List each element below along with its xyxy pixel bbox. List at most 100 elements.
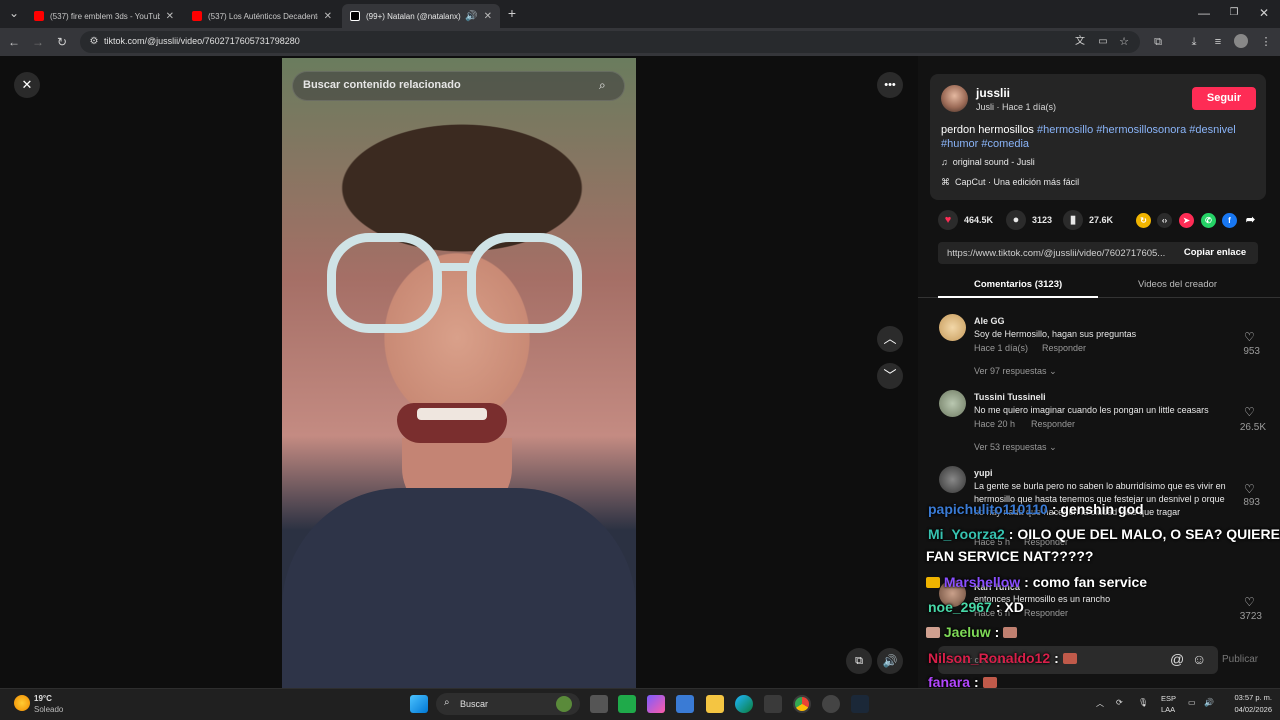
microphone-icon[interactable]: 🎙 xyxy=(1138,698,1148,707)
author-username[interactable]: jusslii xyxy=(976,86,1010,100)
xbox-icon[interactable] xyxy=(764,695,782,713)
video-link-url[interactable]: https://www.tiktok.com/@jusslii/video/76… xyxy=(947,248,1173,259)
new-tab-button[interactable]: + xyxy=(504,5,520,21)
like-stat[interactable]: ♥ 464.5K xyxy=(938,210,993,230)
repost-icon[interactable]: ↻ xyxy=(1136,213,1151,228)
task-view-icon[interactable] xyxy=(590,695,608,713)
chat-text: : como fan service xyxy=(1024,574,1148,590)
hashtag-hermosillo[interactable]: #hermosillo xyxy=(1037,124,1093,136)
comment-avatar[interactable] xyxy=(939,466,966,493)
reading-list-icon[interactable]: ≡ xyxy=(1210,34,1226,50)
volume-icon[interactable]: 🔊 xyxy=(877,648,903,674)
heart-icon[interactable]: ♥ xyxy=(938,210,958,230)
browser-tab-youtube-2[interactable]: (537) Los Auténticos Decadente ✕ xyxy=(184,4,340,28)
downloads-icon[interactable]: ⤓ xyxy=(1186,34,1202,50)
volume-tray-icon[interactable]: 🔊 xyxy=(1204,698,1214,707)
reply-button[interactable]: Responder xyxy=(1024,608,1068,618)
comment-avatar[interactable] xyxy=(939,314,966,341)
save-count: 27.6K xyxy=(1089,215,1114,225)
whatsapp-icon[interactable]: ✆ xyxy=(1201,213,1216,228)
view-replies-button[interactable]: Ver 97 respuestas ⌄ xyxy=(974,366,1057,377)
comment-author[interactable]: Ale GG xyxy=(974,316,1005,326)
comment-heart-icon[interactable]: ♡ xyxy=(1244,405,1255,419)
extensions-icon[interactable]: ⧉ xyxy=(1150,34,1166,50)
sound-row[interactable]: ♫ original sound - Jusli xyxy=(941,157,1035,167)
floating-player-icon[interactable]: ⧉ xyxy=(846,648,872,674)
clock-time[interactable]: 03:57 p. m. xyxy=(1226,693,1272,702)
emoji-icon[interactable]: ☺ xyxy=(1192,651,1206,667)
language-indicator[interactable]: ESP xyxy=(1161,694,1176,703)
site-info-icon[interactable]: ⚙ xyxy=(86,34,102,50)
author-avatar[interactable] xyxy=(941,85,968,112)
minimize-window-icon[interactable]: — xyxy=(1196,5,1212,21)
comment-author[interactable]: yupi xyxy=(974,468,993,478)
browser-tab-youtube-1[interactable]: (537) fire emblem 3ds - YouTub ✕ xyxy=(26,4,182,28)
cast-icon[interactable]: ▭ xyxy=(1095,34,1111,50)
speaker-icon[interactable]: 🔊 xyxy=(465,11,477,22)
network-icon[interactable]: ▭ xyxy=(1188,698,1196,707)
weather-sun-icon[interactable] xyxy=(14,695,30,711)
translate-icon[interactable]: 文 xyxy=(1072,34,1088,50)
reply-button[interactable]: Responder xyxy=(1031,419,1075,429)
search-icon[interactable]: ⌕ xyxy=(599,78,613,92)
tab-comments[interactable]: Comentarios (3123) xyxy=(974,279,1062,290)
close-tab-icon[interactable]: ✕ xyxy=(324,11,332,22)
close-window-icon[interactable]: ✕ xyxy=(1256,5,1272,21)
show-hidden-icons-chevron-icon[interactable]: ︿ xyxy=(1096,698,1104,709)
profile-avatar-icon[interactable] xyxy=(1234,34,1248,48)
tab-creator-videos[interactable]: Videos del creador xyxy=(1138,279,1217,290)
video-player[interactable] xyxy=(282,58,636,688)
close-video-icon[interactable]: ✕ xyxy=(14,72,40,98)
embed-code-icon[interactable]: ‹› xyxy=(1157,213,1172,228)
weather-temperature[interactable]: 19°C xyxy=(34,694,52,703)
hashtag-hermosillosonora[interactable]: #hermosillosonora xyxy=(1096,124,1186,136)
hashtag-humor[interactable]: #humor xyxy=(941,138,978,150)
panel-tabs xyxy=(918,272,1280,298)
publish-button[interactable]: Publicar xyxy=(1222,654,1258,665)
app-green-icon[interactable] xyxy=(618,695,636,713)
copy-link-button[interactable]: Copiar enlace xyxy=(1176,244,1254,262)
tray-app-icon[interactable]: ⟳ xyxy=(1116,698,1123,707)
forward-arrow-icon[interactable]: → xyxy=(30,34,46,50)
save-stat[interactable]: ▮ 27.6K xyxy=(1063,210,1113,230)
reply-button[interactable]: Responder xyxy=(1042,343,1086,353)
bookmark-icon[interactable]: ▮ xyxy=(1063,210,1083,230)
share-arrow-icon[interactable]: ➦ xyxy=(1243,213,1258,228)
browser-menu-icon[interactable]: ⋮ xyxy=(1258,34,1274,50)
close-tab-icon[interactable]: ✕ xyxy=(166,11,174,22)
next-video-chevron-down-icon[interactable]: ﹀ xyxy=(877,363,903,389)
store-icon[interactable] xyxy=(676,695,694,713)
url-text[interactable]: tiktok.com/@jusslii/video/76027176057317… xyxy=(104,36,300,46)
capcut-row[interactable]: ⌘ CapCut · Una edición más fácil xyxy=(941,177,1079,188)
follow-button[interactable]: Seguir xyxy=(1192,87,1256,110)
tab-search-chevron-icon[interactable]: ⌄ xyxy=(6,5,22,21)
view-replies-button[interactable]: Ver 53 respuestas ⌄ xyxy=(974,442,1057,453)
file-explorer-icon[interactable] xyxy=(706,695,724,713)
send-to-friends-icon[interactable]: ➤ xyxy=(1179,213,1194,228)
hashtag-desnivel[interactable]: #desnivel xyxy=(1189,124,1235,136)
comment-heart-icon[interactable]: ♡ xyxy=(1244,330,1255,344)
comment-heart-icon[interactable]: ♡ xyxy=(1244,482,1255,496)
close-tab-icon[interactable]: ✕ xyxy=(484,11,492,22)
app-gear-icon[interactable] xyxy=(822,695,840,713)
reload-icon[interactable]: ↻ xyxy=(54,34,70,50)
comment-avatar[interactable] xyxy=(939,390,966,417)
browser-tab-tiktok[interactable]: (99+) Natalan (@natalanx) | 🔊 ✕ xyxy=(342,4,500,28)
hashtag-comedia[interactable]: #comedia xyxy=(981,138,1029,150)
facebook-icon[interactable]: f xyxy=(1222,213,1237,228)
bookmark-star-icon[interactable]: ☆ xyxy=(1116,34,1132,50)
comment-heart-icon[interactable]: ♡ xyxy=(1244,595,1255,609)
copilot-icon[interactable] xyxy=(647,695,665,713)
steam-icon[interactable] xyxy=(851,695,869,713)
mention-button[interactable]: @ xyxy=(1170,651,1184,667)
previous-video-chevron-up-icon[interactable]: ︿ xyxy=(877,326,903,352)
windows-start-icon[interactable] xyxy=(410,695,428,713)
chrome-icon[interactable] xyxy=(793,695,811,713)
comment-author[interactable]: Tussini Tussineli xyxy=(974,392,1046,402)
back-arrow-icon[interactable]: ← xyxy=(6,34,22,50)
comment-bubble-icon[interactable]: ● xyxy=(1006,210,1026,230)
comment-stat[interactable]: ● 3123 xyxy=(1006,210,1052,230)
edge-icon[interactable] xyxy=(735,695,753,713)
restore-window-icon[interactable]: ❐ xyxy=(1226,5,1242,21)
more-options-icon[interactable]: ••• xyxy=(877,72,903,98)
